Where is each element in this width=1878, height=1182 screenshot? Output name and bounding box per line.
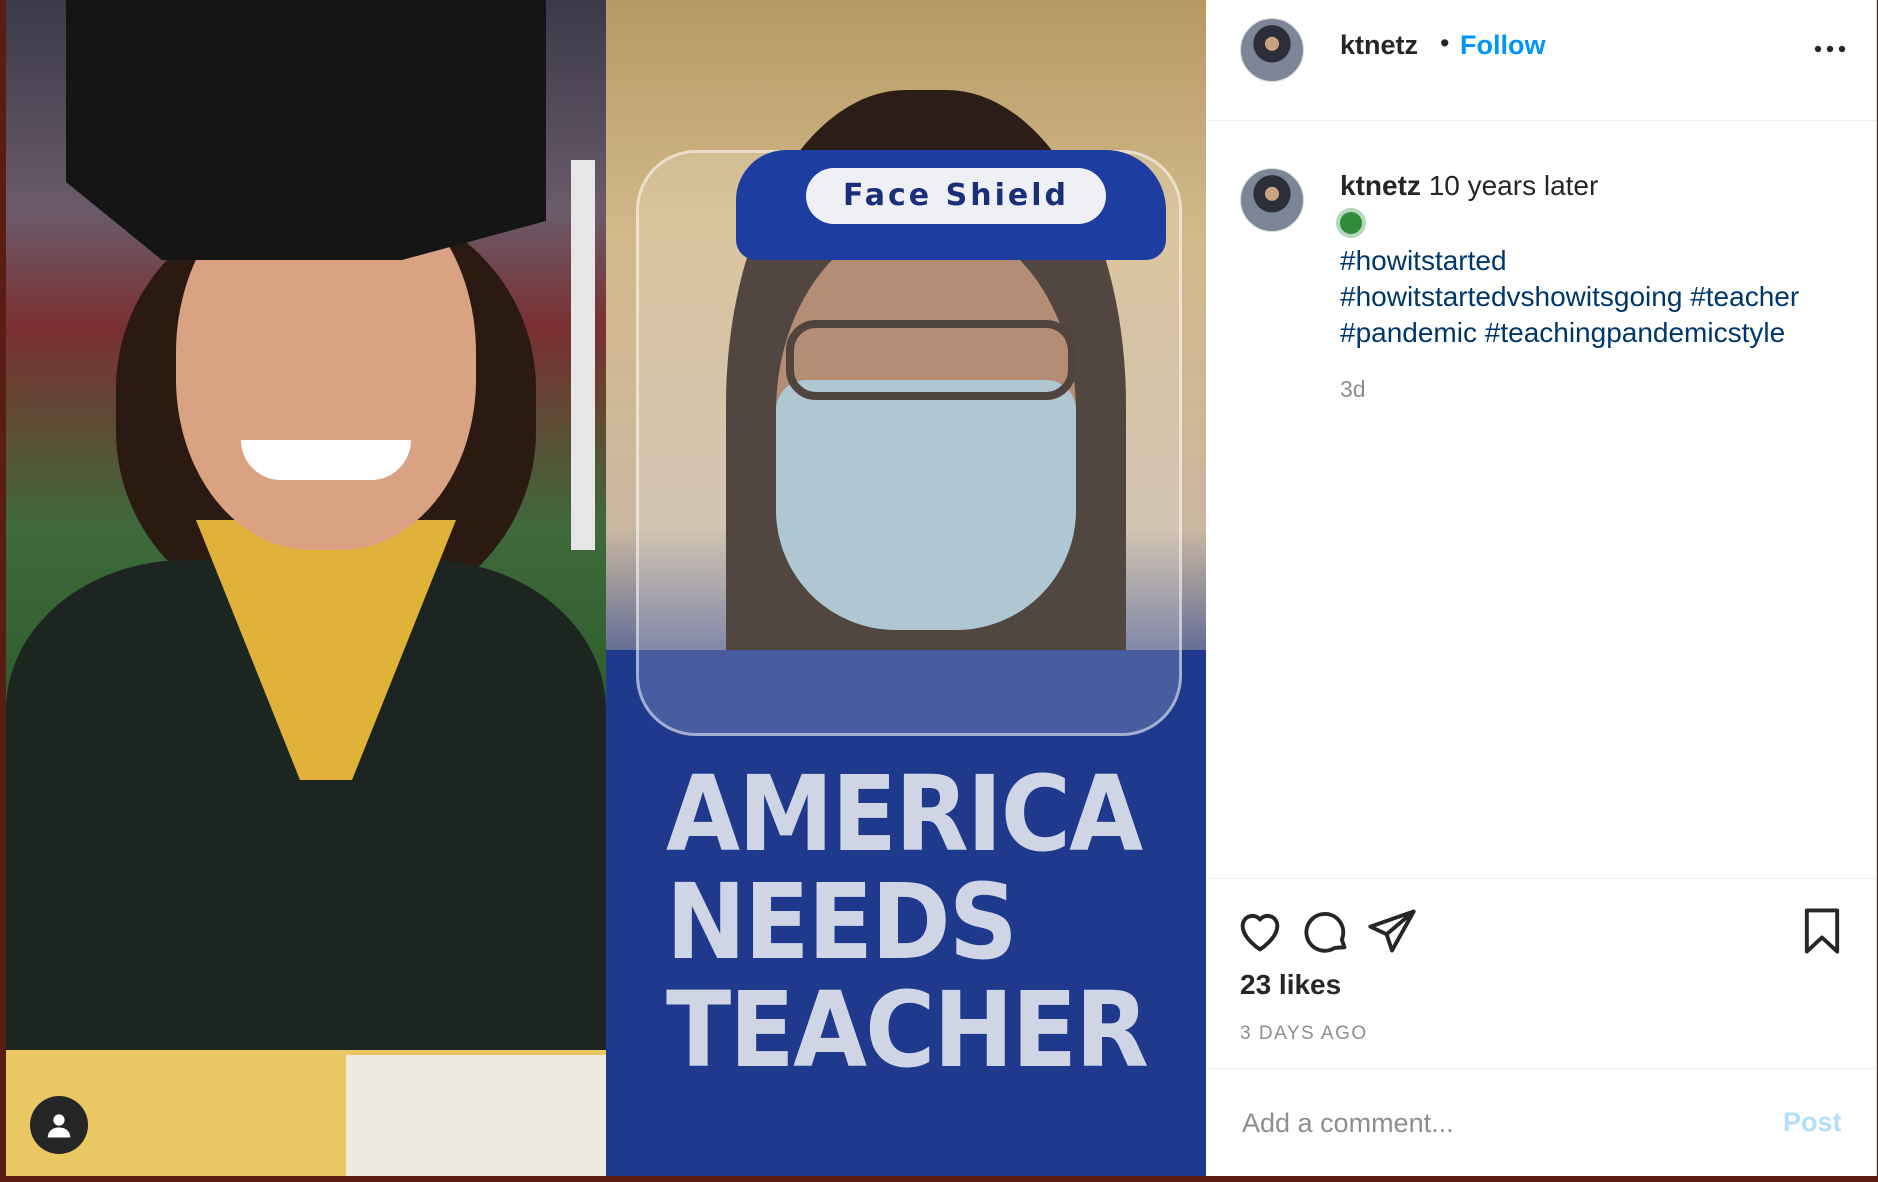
comment-input[interactable]	[1240, 1099, 1724, 1147]
follow-button[interactable]: Follow	[1460, 30, 1545, 61]
shield-label: Face Shield	[806, 168, 1106, 224]
smile	[241, 440, 411, 480]
caption-username[interactable]: ktnetz	[1340, 170, 1421, 201]
shirt-line: NEEDS	[666, 861, 1018, 983]
post-media[interactable]: AMERICA NEEDS TEACHER Face Shield	[6, 0, 1206, 1176]
graduation-cap	[66, 0, 546, 260]
hashtag-link[interactable]: #howitstarted	[1340, 245, 1507, 276]
tassel	[571, 160, 595, 550]
hashtag-link[interactable]: #teacher	[1690, 281, 1799, 312]
heart-icon[interactable]	[1234, 905, 1286, 957]
hashtag-link[interactable]: #teachingpandemicstyle	[1485, 317, 1785, 348]
tagged-users-button[interactable]	[30, 1096, 88, 1154]
post-comment-button[interactable]: Post	[1783, 1107, 1842, 1138]
post-panel: ktnetz • Follow ktnetz 10 years later #h…	[1206, 0, 1876, 1176]
share-icon[interactable]	[1366, 905, 1418, 957]
shirt-line: TEACHER	[666, 969, 1149, 1091]
post-date[interactable]: 3 DAYS AGO	[1240, 1023, 1368, 1045]
header-username[interactable]: ktnetz	[1340, 30, 1418, 61]
hashtag-link[interactable]: #pandemic	[1340, 317, 1477, 348]
graduation-photo	[6, 0, 606, 1176]
user-icon	[47, 1114, 71, 1138]
bookmark-icon[interactable]	[1796, 905, 1848, 957]
caption-timestamp[interactable]: 3d	[1340, 376, 1366, 403]
face-shield-selfie: AMERICA NEEDS TEACHER Face Shield	[606, 0, 1206, 1176]
likes-count[interactable]: 23 likes	[1240, 969, 1341, 1001]
caption-avatar[interactable]	[1240, 168, 1304, 232]
avatar[interactable]	[1240, 18, 1304, 82]
diploma-page	[346, 1055, 606, 1176]
post-header: ktnetz • Follow	[1206, 0, 1876, 121]
shirt-line: AMERICA	[666, 753, 1143, 875]
comment-form: Post	[1206, 1068, 1876, 1177]
shirt-text: AMERICA NEEDS TEACHER	[666, 760, 1163, 1084]
comment-icon[interactable]	[1300, 905, 1352, 957]
more-options-icon[interactable]	[1810, 34, 1850, 64]
hashtag-link[interactable]: #howitstartedvshowitsgoing	[1340, 281, 1682, 312]
header-separator: •	[1440, 28, 1450, 58]
caption-text: 10 years later	[1428, 170, 1599, 201]
microbe-icon	[1340, 212, 1362, 234]
caption: ktnetz 10 years later #howitstarted #how…	[1340, 168, 1860, 351]
instagram-post: AMERICA NEEDS TEACHER Face Shield ktnetz…	[6, 0, 1877, 1176]
action-bar: 23 likes 3 DAYS AGO	[1206, 878, 1876, 1069]
